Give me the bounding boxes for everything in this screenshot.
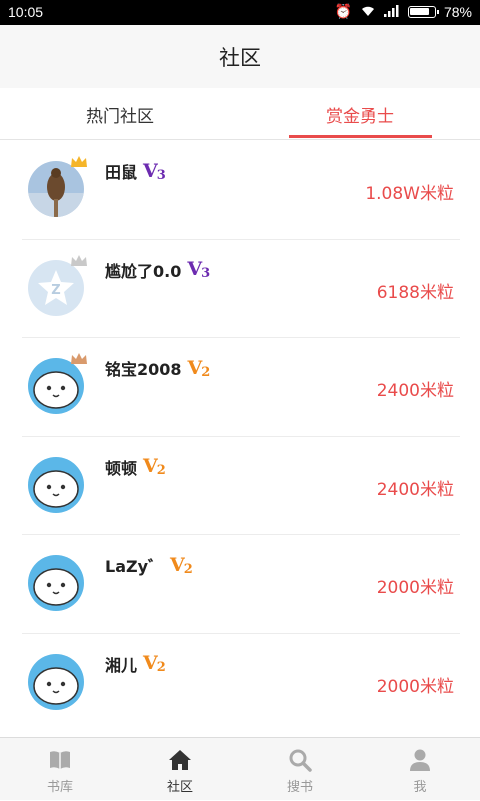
nav-search[interactable]: 搜书 — [240, 738, 360, 801]
avatar[interactable] — [28, 653, 84, 710]
alarm-icon: ⏰ — [334, 3, 352, 19]
username: LaZy゛ — [105, 557, 165, 576]
crown-bronze-icon — [70, 352, 88, 369]
wifi-icon — [360, 4, 376, 20]
bottom-nav: 书库 社区 搜书 我 — [0, 737, 480, 800]
reward-amount: 1.08W米粒 — [365, 184, 454, 204]
reward-amount: 6188米粒 — [376, 282, 454, 303]
svg-text:Z: Z — [51, 283, 60, 298]
crown-silver-icon — [70, 254, 88, 271]
person-icon — [407, 747, 433, 773]
battery-level: 78% — [443, 3, 472, 20]
nav-label: 书库 — [46, 780, 73, 795]
vip-level-badge: V3 — [143, 159, 166, 183]
crown-gold-icon — [70, 155, 88, 172]
battery-icon — [407, 5, 439, 18]
reward-amount: 2400米粒 — [376, 381, 454, 401]
search-icon — [287, 747, 313, 773]
nav-me[interactable]: 我 — [360, 738, 480, 801]
nav-library[interactable]: 书库 — [0, 738, 120, 801]
nav-label: 社区 — [166, 780, 193, 795]
vip-level-badge: V3 — [187, 258, 210, 281]
avatar[interactable] — [28, 555, 84, 611]
avatar[interactable] — [28, 456, 84, 513]
vip-level-badge: V2 — [170, 553, 193, 577]
tab-hot-community[interactable]: 热门社区 — [0, 88, 240, 140]
tab-active-indicator — [289, 135, 432, 138]
list-item[interactable]: 湘儿 V2 2000米粒 — [0, 634, 480, 733]
list-item[interactable]: 顿顿 V2 2400米粒 — [0, 437, 480, 535]
status-bar: 10:05 ⏰ 78% — [0, 0, 480, 25]
nav-label: 搜书 — [286, 780, 313, 795]
list-item[interactable]: 田鼠 V3 1.08W米粒 — [0, 141, 480, 240]
vip-level-badge: V2 — [143, 652, 166, 675]
book-icon — [47, 747, 73, 773]
username: 顿顿 — [105, 458, 138, 478]
reward-amount: 2400米粒 — [376, 479, 454, 500]
nav-label: 我 — [413, 780, 427, 795]
bounty-list: 田鼠 V3 1.08W米粒 Z 尴尬了0.0 V3 6188米粒 铭宝2008 … — [0, 141, 480, 732]
list-item[interactable]: 铭宝2008 V2 2400米粒 — [0, 338, 480, 437]
signal-icon — [383, 4, 400, 20]
list-item[interactable]: Z 尴尬了0.0 V3 6188米粒 — [0, 240, 480, 338]
username: 田鼠 — [105, 163, 138, 182]
reward-amount: 2000米粒 — [376, 676, 454, 697]
username: 铭宝2008 — [105, 360, 182, 379]
status-time: 10:05 — [8, 4, 44, 20]
nav-community[interactable]: 社区 — [120, 738, 240, 801]
page-title: 社区 — [0, 25, 480, 88]
list-item[interactable]: LaZy゛ V2 2000米粒 — [0, 535, 480, 634]
reward-amount: 2000米粒 — [376, 578, 454, 598]
home-icon — [167, 747, 193, 773]
vip-level-badge: V2 — [187, 356, 211, 380]
username: 尴尬了0.0 — [105, 261, 182, 281]
tab-bounty-warriors[interactable]: 赏金勇士 — [240, 88, 480, 140]
vip-level-badge: V2 — [143, 455, 166, 478]
username: 湘儿 — [105, 655, 138, 675]
tab-bar: 热门社区 赏金勇士 — [0, 88, 480, 140]
